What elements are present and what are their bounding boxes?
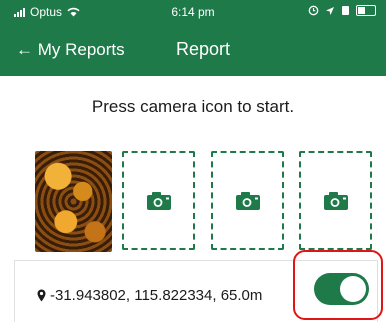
- camera-icon: [235, 191, 260, 210]
- instruction-text: Press camera icon to start.: [91, 97, 295, 116]
- nav-bar: ← My Reports Report: [0, 26, 386, 76]
- back-button[interactable]: ← My Reports: [16, 40, 125, 60]
- location-arrow-icon: [326, 6, 334, 15]
- battery-icon: [356, 5, 376, 16]
- notification-icon: [342, 6, 349, 15]
- page-title: Report: [176, 39, 231, 59]
- status-bar: Optus 6:14 pm: [0, 0, 386, 26]
- photo-thumbnail[interactable]: [35, 151, 112, 252]
- location-coordinates: -31.943802, 115.822334, 65.0m: [50, 287, 263, 304]
- toggle-knob: [340, 276, 366, 302]
- add-photo-slot-3[interactable]: [211, 151, 284, 250]
- add-photo-slot-4[interactable]: [299, 151, 372, 250]
- map-pin-icon: [37, 289, 46, 302]
- camera-icon: [323, 191, 348, 210]
- status-icons: [308, 5, 376, 16]
- add-photo-slot-2[interactable]: [122, 151, 195, 250]
- location-toggle[interactable]: [314, 273, 369, 305]
- camera-icon: [146, 191, 171, 210]
- alarm-icon: [308, 5, 319, 16]
- location-readout: -31.943802, 115.822334, 65.0m: [37, 287, 262, 304]
